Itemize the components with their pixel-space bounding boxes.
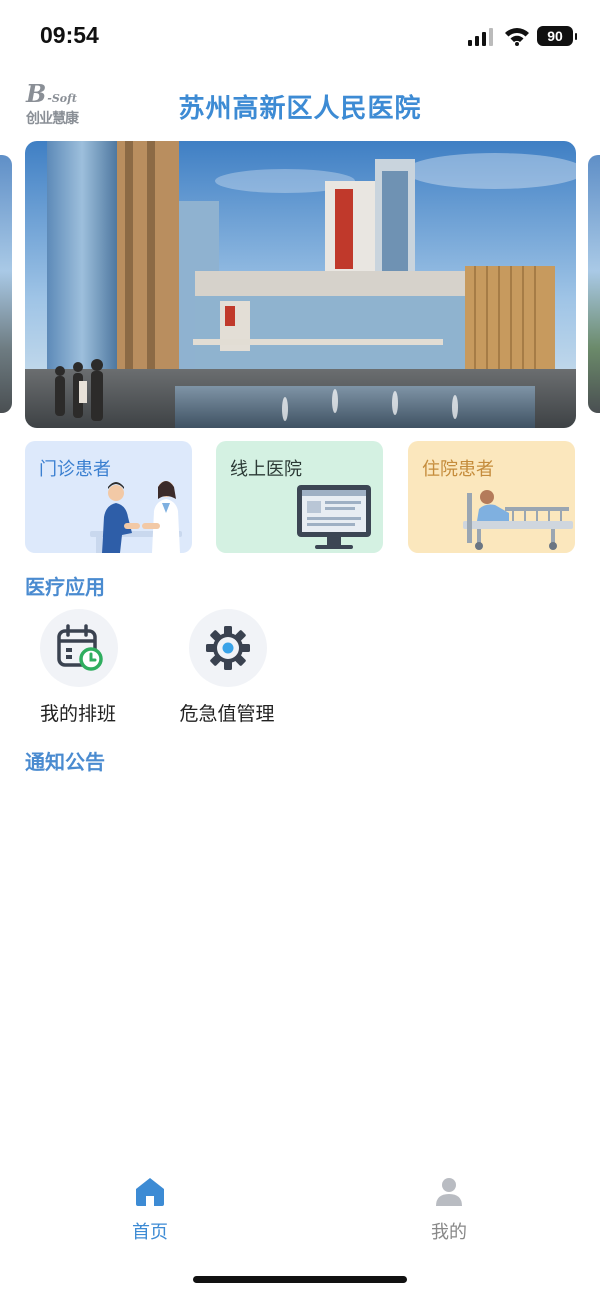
- online-hospital-card-label: 线上医院: [230, 459, 302, 480]
- tab-mine[interactable]: 我的: [389, 1176, 509, 1246]
- header: B-Soft 创业慧康 苏州高新区人民医院: [0, 78, 600, 134]
- gear-icon: [206, 626, 250, 670]
- critical-value-management-label: 危急值管理: [179, 703, 275, 725]
- battery-icon: 90: [537, 26, 577, 46]
- banner-prev-slide[interactable]: [0, 155, 12, 413]
- banner-next-slide[interactable]: [588, 155, 600, 413]
- user-icon: [436, 1178, 462, 1206]
- monitor-illustration: [297, 485, 371, 549]
- my-schedule-label: 我的排班: [39, 703, 116, 725]
- medical-apps-title: 医疗应用: [25, 575, 105, 599]
- critical-value-management-button[interactable]: 危急值管理: [157, 609, 297, 729]
- signal-icon: [468, 28, 493, 46]
- app-icon-background: [189, 609, 267, 687]
- online-hospital-card[interactable]: 线上医院: [216, 441, 383, 553]
- calendar-clock-icon: [57, 624, 103, 671]
- status-time: 09:54: [40, 22, 99, 48]
- hospital-building-illustration: [25, 141, 576, 428]
- my-schedule-button[interactable]: 我的排班: [8, 609, 148, 729]
- battery-level: 90: [547, 28, 563, 44]
- tab-home[interactable]: 首页: [90, 1176, 210, 1246]
- inpatient-card-label: 住院患者: [422, 459, 494, 480]
- tab-home-label: 首页: [132, 1222, 168, 1243]
- app-icon-background: [40, 609, 118, 687]
- doctor-patient-illustration: [90, 481, 182, 553]
- inpatient-card[interactable]: 住院患者: [408, 441, 575, 553]
- home-indicator: [193, 1276, 407, 1283]
- banner-slide[interactable]: [25, 141, 576, 428]
- home-icon: [136, 1178, 164, 1206]
- outpatient-card[interactable]: 门诊患者: [25, 441, 192, 553]
- hospital-bed-illustration: [463, 490, 573, 550]
- page-title: 苏州高新区人民医院: [178, 94, 422, 124]
- wifi-icon: [505, 28, 529, 46]
- status-bar: 09:54 90: [0, 0, 600, 72]
- tab-mine-label: 我的: [431, 1222, 467, 1243]
- notices-title: 通知公告: [25, 750, 105, 774]
